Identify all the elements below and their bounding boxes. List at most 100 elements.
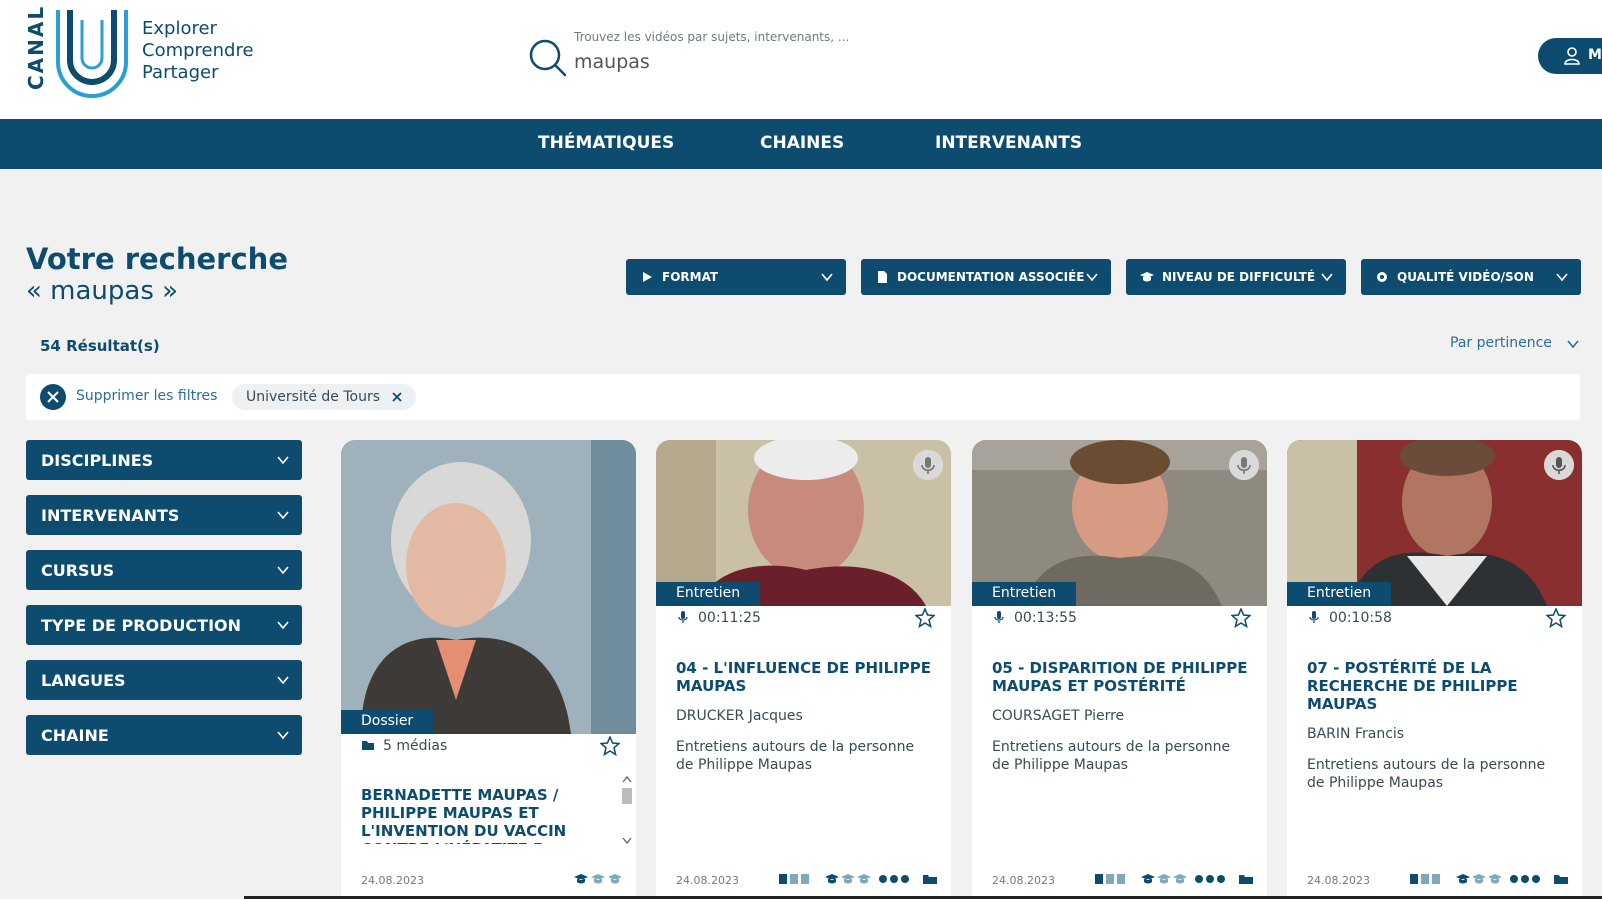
sidebar-filter-type-production[interactable]: TYPE DE PRODUCTION — [26, 605, 302, 645]
card-date: 24.08.2023 — [1307, 874, 1370, 887]
page-title: Votre recherche — [26, 242, 288, 276]
chevron-down-icon — [1086, 273, 1098, 282]
search-box: Trouvez les vidéos par sujets, intervena… — [528, 26, 988, 86]
documentation-filter-label: DOCUMENTATION ASSOCIÉE — [897, 270, 1085, 284]
quality-icon — [1195, 875, 1225, 883]
card-title[interactable]: BERNADETTE MAUPAS / PHILIPPE MAUPAS ET L… — [361, 786, 611, 844]
sidebar-filter-label: DISCIPLINES — [41, 451, 154, 470]
card-meta: 00:10:58 — [1307, 610, 1392, 626]
sidebar-filter-label: LANGUES — [41, 671, 126, 690]
difficulty-level-icon — [1456, 874, 1502, 884]
favorite-star-icon[interactable] — [600, 736, 620, 756]
format-filter-label: FORMAT — [662, 270, 719, 284]
card-author[interactable]: BARIN Francis — [1307, 726, 1404, 742]
card-title[interactable]: 07 - POSTÉRITÉ DE LA RECHERCHE DE PHILIP… — [1307, 659, 1527, 713]
sidebar-filter-label: CURSUS — [41, 561, 115, 580]
media-count: 5 médias — [383, 738, 448, 754]
sidebar-filter-langues[interactable]: LANGUES — [26, 660, 302, 700]
folder-icon — [1239, 875, 1253, 884]
tagline-line-3: Partager — [142, 62, 219, 83]
play-icon — [643, 272, 652, 282]
results-count: 54 Résultat(s) — [40, 337, 160, 355]
video-duration: 00:11:25 — [698, 610, 761, 626]
documentation-filter-dropdown[interactable]: DOCUMENTATION ASSOCIÉE — [861, 259, 1111, 295]
difficulty-level-icon — [825, 874, 871, 884]
card-info-icons — [779, 874, 937, 884]
remove-chip-icon[interactable] — [390, 390, 404, 404]
chevron-down-icon — [1556, 273, 1568, 282]
card-meta: 5 médias — [361, 738, 447, 754]
quality-filter-dropdown[interactable]: QUALITÉ VIDÉO/SON — [1361, 259, 1581, 295]
chevron-down-icon — [1567, 340, 1579, 349]
chevron-down-icon — [1321, 273, 1333, 282]
clear-filters-link[interactable]: Supprimer les filtres — [76, 388, 217, 404]
nav-thematiques[interactable]: THÉMATIQUES — [538, 133, 674, 153]
result-card[interactable]: Dossier 5 médias BERNADETTE MAUPAS / PHI… — [341, 440, 636, 899]
nav-chaines[interactable]: CHAINES — [760, 133, 844, 153]
format-badge: Dossier — [341, 710, 434, 734]
chevron-down-icon — [277, 566, 289, 575]
sidebar-filter-chaine[interactable]: CHAINE — [26, 715, 302, 755]
card-description: Entretiens autours de la personne de Phi… — [992, 739, 1231, 773]
sort-dropdown[interactable]: Par pertinence — [1450, 335, 1579, 351]
card-title[interactable]: 05 - DISPARITION DE PHILIPPE MAUPAS ET P… — [992, 659, 1252, 695]
difficulty-filter-label: NIVEAU DE DIFFICULTÉ — [1162, 270, 1316, 284]
active-filters-bar: Supprimer les filtres Université de Tour… — [26, 374, 1580, 420]
canal-u-logo[interactable]: CANAL Explorer Comprendre Partager — [24, 4, 264, 98]
logo-wordmark: CANAL — [24, 4, 48, 90]
filter-chip[interactable]: Université de Tours — [232, 384, 417, 410]
search-hint: Trouvez les vidéos par sujets, intervena… — [574, 30, 850, 44]
sort-label: Par pertinence — [1450, 335, 1552, 351]
quality-icon — [1510, 875, 1540, 883]
quality-icon — [879, 875, 909, 883]
clear-filters-icon[interactable] — [40, 384, 66, 410]
search-input[interactable] — [574, 48, 954, 76]
chevron-down-icon — [277, 676, 289, 685]
documentation-icon — [1410, 874, 1440, 884]
difficulty-filter-dropdown[interactable]: NIVEAU DE DIFFICULTÉ — [1126, 259, 1346, 295]
format-badge: Entretien — [656, 582, 761, 606]
folder-icon — [362, 741, 374, 750]
sidebar-filter-intervenants[interactable]: INTERVENANTS — [26, 495, 302, 535]
result-card[interactable]: Entretien 00:11:25 04 - L'INFLUENCE DE P… — [656, 440, 951, 899]
sidebar-filter-label: TYPE DE PRODUCTION — [41, 616, 242, 635]
favorite-star-icon[interactable] — [915, 608, 935, 628]
sidebar-filter-cursus[interactable]: CURSUS — [26, 550, 302, 590]
favorite-star-icon[interactable] — [1546, 608, 1566, 628]
logo-u-icon — [56, 10, 128, 98]
microphone-icon — [678, 611, 688, 623]
card-info-icons — [1410, 874, 1568, 884]
gear-icon — [1377, 272, 1387, 282]
card-author[interactable]: COURSAGET Pierre — [992, 708, 1124, 724]
card-date: 24.08.2023 — [361, 874, 424, 887]
account-button[interactable]: Mo — [1538, 38, 1602, 74]
search-icon[interactable] — [528, 38, 568, 78]
documentation-icon — [1095, 874, 1125, 884]
scrollbar[interactable] — [620, 772, 634, 848]
filter-chip-label: Université de Tours — [246, 389, 381, 405]
format-filter-dropdown[interactable]: FORMAT — [626, 259, 846, 295]
favorite-star-icon[interactable] — [1231, 608, 1251, 628]
card-author[interactable]: DRUCKER Jacques — [676, 708, 803, 724]
video-duration: 00:13:55 — [1014, 610, 1077, 626]
video-thumbnail[interactable] — [341, 440, 636, 734]
audio-badge-icon — [913, 450, 943, 480]
nav-intervenants[interactable]: INTERVENANTS — [935, 133, 1082, 153]
account-label: Mo — [1588, 47, 1602, 63]
microphone-icon — [1309, 611, 1319, 623]
sidebar-filter-disciplines[interactable]: DISCIPLINES — [26, 440, 302, 480]
difficulty-level-icon — [1141, 874, 1187, 884]
search-query-display: « maupas » — [26, 276, 179, 306]
card-date: 24.08.2023 — [676, 874, 739, 887]
card-title[interactable]: 04 - L'INFLUENCE DE PHILIPPE MAUPAS — [676, 659, 936, 695]
tagline-line-2: Comprendre — [142, 40, 254, 61]
quality-filter-label: QUALITÉ VIDÉO/SON — [1397, 270, 1534, 284]
chevron-down-icon — [277, 456, 289, 465]
audio-badge-icon — [1544, 450, 1574, 480]
card-description: Entretiens autours de la personne de Phi… — [1307, 757, 1546, 791]
graduation-cap-icon — [1140, 272, 1154, 282]
card-description: Entretiens autours de la personne de Phi… — [676, 739, 915, 773]
result-card[interactable]: Entretien 00:10:58 07 - POSTÉRITÉ DE LA … — [1287, 440, 1582, 899]
result-card[interactable]: Entretien 00:13:55 05 - DISPARITION DE P… — [972, 440, 1267, 899]
sidebar-filter-label: INTERVENANTS — [41, 506, 180, 525]
